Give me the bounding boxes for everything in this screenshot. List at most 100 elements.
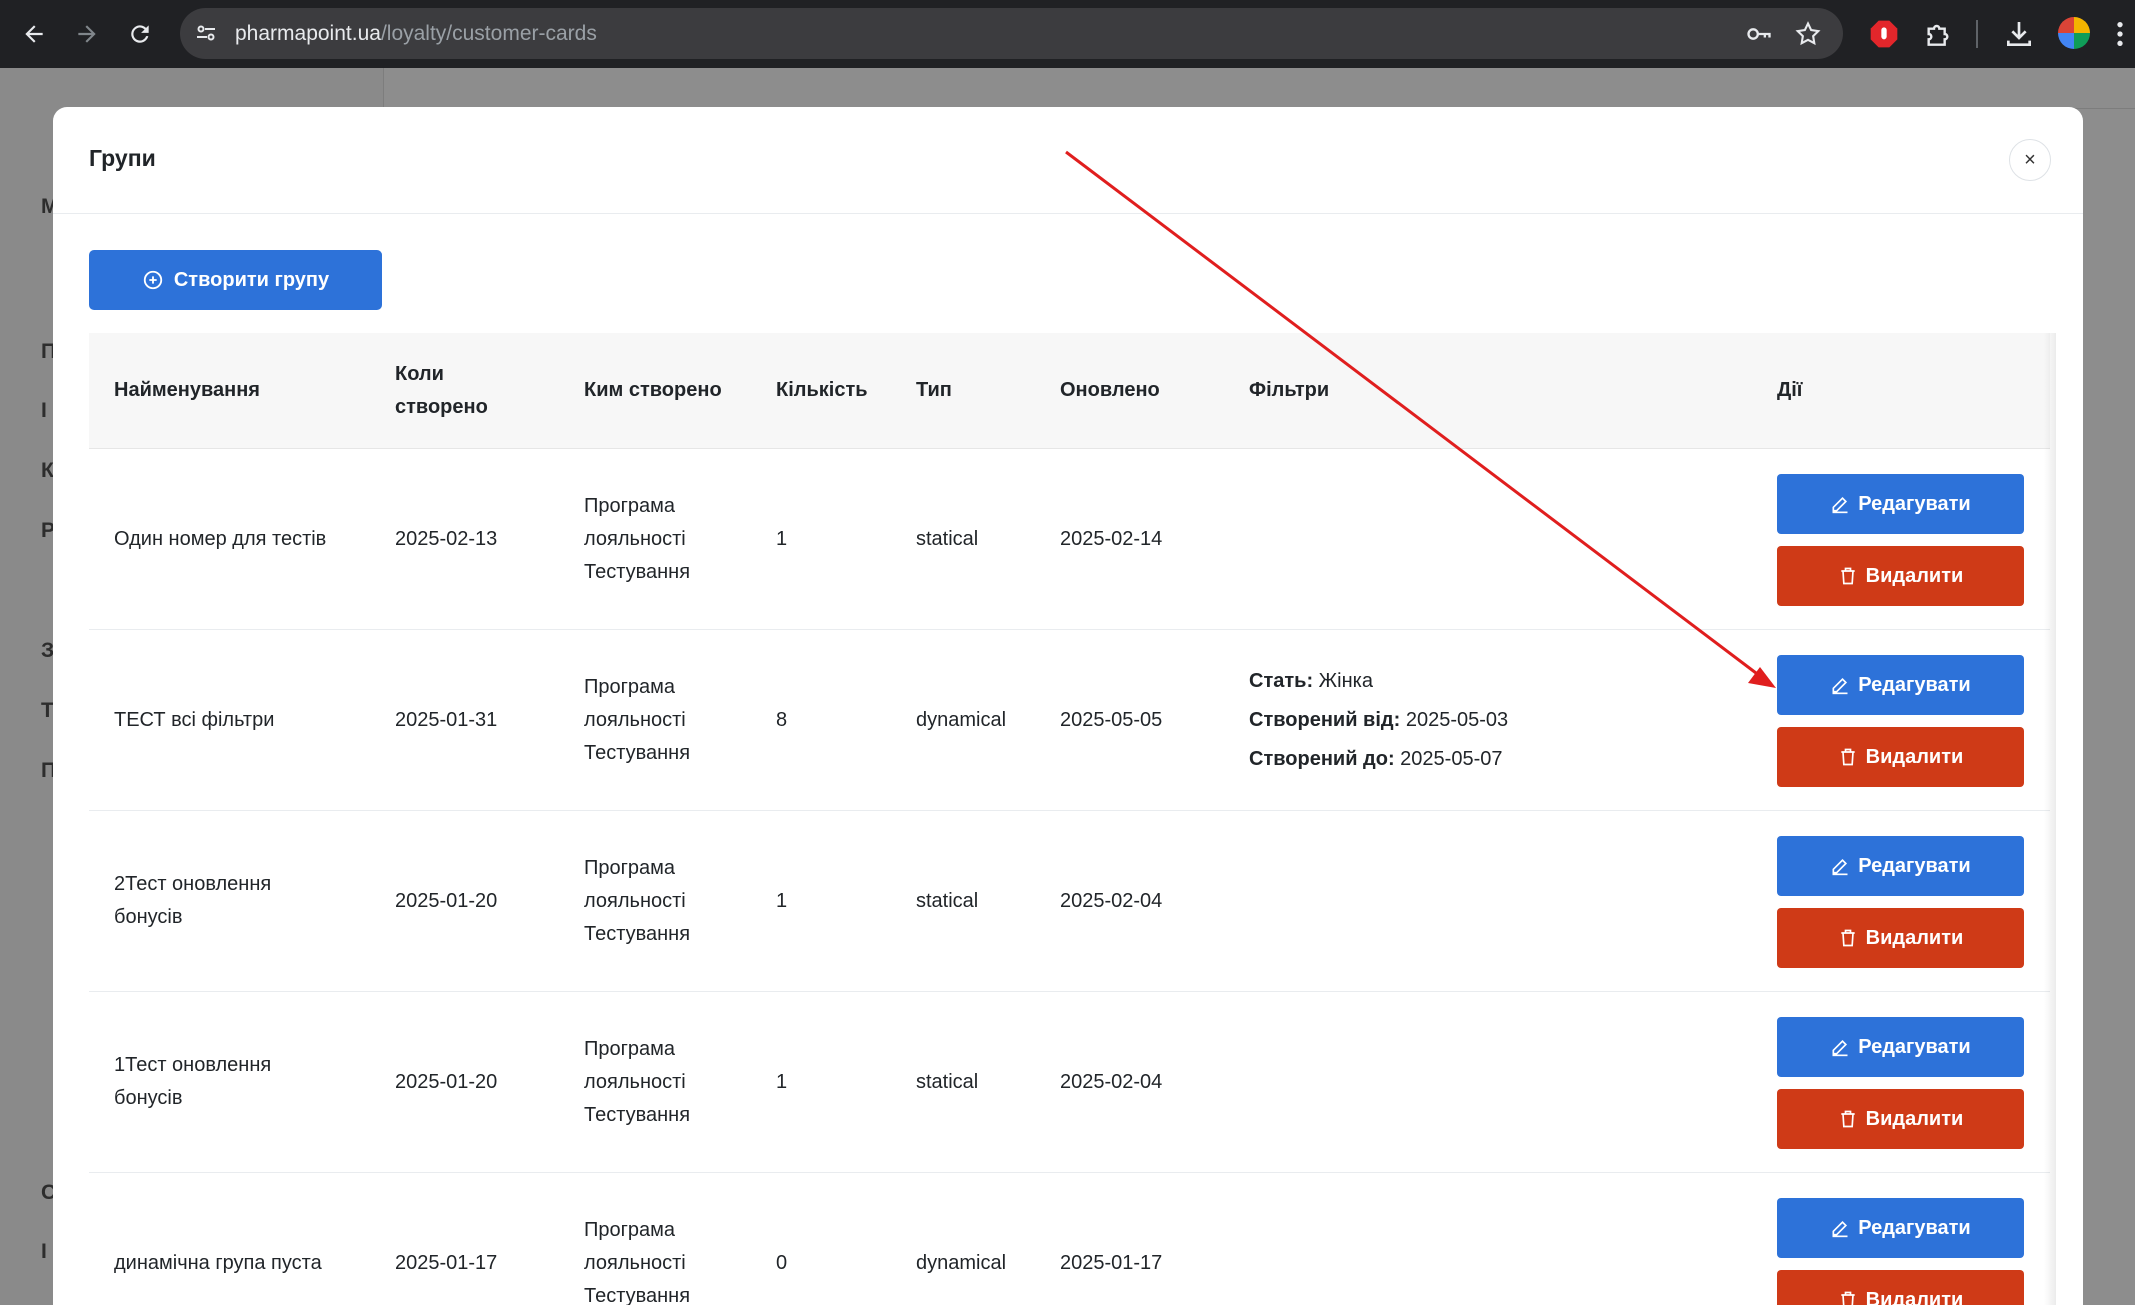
trash-icon: [1841, 567, 1855, 585]
delete-button[interactable]: Видалити: [1777, 1089, 2024, 1149]
profile-avatar[interactable]: [2058, 17, 2090, 49]
created-date: 2025-01-20: [395, 1070, 498, 1093]
col-header-updated: Оновлено: [1060, 379, 1160, 401]
groups-modal: Групи × Створити групу Найменування Коли…: [53, 107, 2083, 1305]
reload-button[interactable]: [120, 14, 160, 54]
cell-author: Програма лояльності Тестування: [584, 449, 690, 629]
pencil-icon: [1832, 858, 1848, 876]
toolbar-separator: [1976, 20, 1978, 48]
cell-type: statical: [916, 449, 978, 629]
delete-button[interactable]: Видалити: [1777, 908, 2024, 968]
table-header: Найменування Коли створено Ким створено …: [89, 333, 2050, 449]
author-line: Програма: [584, 1218, 676, 1241]
filter-line: Створений до: 2025-05-07: [1249, 740, 1508, 779]
cell-name: Один номер для тестів: [114, 449, 384, 629]
count-value: 1: [776, 1070, 788, 1093]
extensions-puzzle-icon[interactable]: [1922, 18, 1954, 50]
delete-button[interactable]: Видалити: [1777, 1270, 2024, 1305]
cell-count: 0: [776, 1173, 787, 1305]
edit-button[interactable]: Редагувати: [1777, 1198, 2024, 1258]
cell-actions: Редагувати Видалити: [1777, 474, 2024, 606]
table-body: Один номер для тестів 2025-02-13 Програм…: [89, 449, 2050, 1305]
cell-name: ТЕСТ всі фільтри: [114, 630, 384, 810]
cell-name: динамічна група пуста: [114, 1173, 384, 1305]
type-value: statical: [916, 527, 979, 550]
edit-button[interactable]: Редагувати: [1777, 1017, 2024, 1077]
create-group-button[interactable]: Створити групу: [89, 250, 382, 310]
create-group-label: Створити групу: [173, 268, 330, 291]
bookmark-star-icon[interactable]: [1794, 20, 1822, 48]
cell-updated: 2025-05-05: [1060, 630, 1162, 810]
filter-value: Жінка: [1313, 669, 1373, 692]
trash-icon: [1841, 1110, 1855, 1128]
url-host: pharmapoint.ua: [235, 22, 381, 45]
created-date: 2025-01-20: [395, 889, 498, 912]
edit-button[interactable]: Редагувати: [1777, 474, 2024, 534]
filter-line: Створений від: 2025-05-03: [1249, 701, 1508, 740]
delete-button[interactable]: Видалити: [1777, 727, 2024, 787]
filter-key: Створений від:: [1249, 708, 1401, 731]
author-line: лояльності: [584, 708, 686, 731]
edit-label: Редагувати: [1858, 854, 1971, 877]
updated-date: 2025-02-14: [1060, 527, 1163, 550]
background-topbar: [383, 68, 2135, 109]
filter-key: Стать:: [1249, 669, 1314, 692]
col-header-created: Коли створено: [395, 333, 488, 448]
count-value: 1: [776, 527, 788, 550]
cell-author: Програма лояльності Тестування: [584, 811, 690, 991]
download-icon[interactable]: [2003, 18, 2035, 50]
author-line: Програма: [584, 494, 676, 517]
col-header-created-line: Коли: [395, 362, 444, 385]
address-bar[interactable]: pharmapoint.ua/loyalty/customer-cards: [180, 8, 1843, 59]
cell-count: 1: [776, 449, 787, 629]
updated-date: 2025-02-04: [1060, 1070, 1163, 1093]
cell-author: Програма лояльності Тестування: [584, 630, 690, 810]
group-name: ТЕСТ всі фільтри: [114, 708, 275, 731]
col-header-name: Найменування: [114, 379, 260, 401]
cell-updated: 2025-02-04: [1060, 992, 1162, 1172]
type-value: dynamical: [916, 1251, 1007, 1274]
close-button[interactable]: ×: [2009, 139, 2051, 181]
edit-label: Редагувати: [1858, 1035, 1971, 1058]
scroll-edge: [2044, 333, 2056, 1305]
groups-table: Найменування Коли створено Ким створено …: [89, 333, 2050, 1305]
table-row: 1Тест оновлення бонусів 2025-01-20 Програ…: [89, 992, 2050, 1173]
edit-button[interactable]: Редагувати: [1777, 836, 2024, 896]
author-line: Тестування: [584, 560, 691, 583]
table-row: 2Тест оновлення бонусів 2025-01-20 Програ…: [89, 811, 2050, 992]
author-line: лояльності: [584, 527, 686, 550]
plus-circle-icon: [143, 270, 163, 290]
cell-created: 2025-01-20: [395, 811, 497, 991]
site-settings-icon[interactable]: [194, 21, 218, 45]
edit-button[interactable]: Редагувати: [1777, 655, 2024, 715]
extension-shield-icon[interactable]: [1868, 18, 1900, 50]
password-key-icon[interactable]: [1745, 20, 1773, 48]
cell-type: dynamical: [916, 630, 1006, 810]
edit-label: Редагувати: [1858, 1216, 1971, 1239]
delete-button[interactable]: Видалити: [1777, 546, 2024, 606]
type-value: statical: [916, 889, 979, 912]
count-value: 1: [776, 889, 788, 912]
col-header-actions: Дії: [1777, 379, 1803, 401]
updated-date: 2025-02-04: [1060, 889, 1163, 912]
pencil-icon: [1832, 1220, 1848, 1238]
author-line: Програма: [584, 856, 676, 879]
delete-label: Видалити: [1865, 1107, 1964, 1130]
col-header-created-line: створено: [395, 395, 488, 418]
bg-sidebar-letter: І: [41, 1240, 47, 1263]
forward-button[interactable]: [67, 14, 107, 54]
delete-label: Видалити: [1865, 564, 1964, 587]
author-line: Програма: [584, 675, 676, 698]
close-icon: ×: [2024, 148, 2036, 171]
cell-actions: Редагувати Видалити: [1777, 836, 2024, 968]
trash-icon: [1841, 1291, 1855, 1305]
col-header-type: Тип: [916, 379, 952, 401]
cell-actions: Редагувати Видалити: [1777, 1198, 2024, 1305]
author-line: Тестування: [584, 741, 691, 764]
cell-name: 2Тест оновлення бонусів: [114, 811, 384, 991]
cell-type: statical: [916, 811, 978, 991]
delete-label: Видалити: [1865, 926, 1964, 949]
browser-menu-icon[interactable]: [2113, 18, 2127, 50]
back-button[interactable]: [14, 14, 54, 54]
cell-created: 2025-01-31: [395, 630, 497, 810]
